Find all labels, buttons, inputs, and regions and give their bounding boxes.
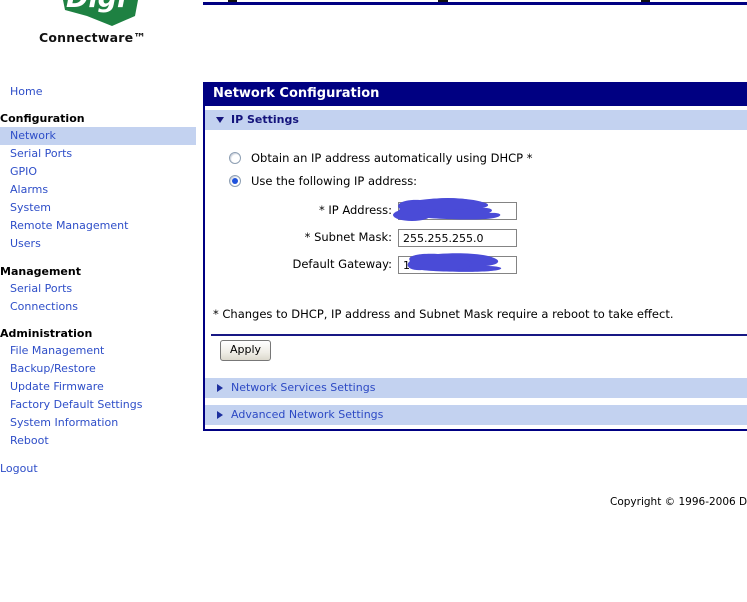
copyright-text: Copyright © 1996-2006 D [610,496,747,508]
sidebar-section-configuration: Configuration [0,112,85,125]
dhcp-radio-label: Obtain an IP address automatically using… [251,151,533,165]
sidebar-item-alarms[interactable]: Alarms [0,181,196,199]
subnet-mask-row: * Subnet Mask: [205,227,517,247]
reboot-note: * Changes to DHCP, IP address and Subnet… [213,307,674,321]
apply-button[interactable]: Apply [220,340,272,361]
ip-address-input[interactable] [398,202,517,220]
digi-logo: Digi [63,0,139,31]
sidebar-item-mgmt-serial-ports[interactable]: Serial Ports [0,280,196,298]
cropped-text-fragment [641,0,650,2]
sidebar-item-update-firmware[interactable]: Update Firmware [0,378,196,396]
triangle-right-icon [217,384,223,392]
ip-settings-title: IP Settings [231,113,299,126]
sidebar-item-network[interactable]: Network [0,127,196,145]
static-ip-radio[interactable] [229,175,241,187]
page-title: Network Configuration [205,82,747,106]
ip-settings-section-header[interactable]: IP Settings [205,110,747,130]
sidebar-item-users[interactable]: Users [0,235,196,253]
sidebar-item-system-information[interactable]: System Information [0,414,196,432]
static-ip-radio-label: Use the following IP address: [251,174,418,188]
cropped-text-fragment [438,0,448,2]
sidebar-item-connections[interactable]: Connections [0,298,196,316]
default-gateway-label: Default Gateway: [292,257,392,271]
sidebar-item-backup-restore[interactable]: Backup/Restore [0,360,196,378]
sidebar-item-logout[interactable]: Logout [0,460,196,478]
sidebar-item-system[interactable]: System [0,199,196,217]
default-gateway-input[interactable] [398,256,517,274]
sidebar-item-factory-default-settings[interactable]: Factory Default Settings [0,396,196,414]
ip-address-row: * IP Address: [205,198,517,221]
subnet-mask-label: * Subnet Mask: [304,230,392,244]
dhcp-radio[interactable] [229,152,241,164]
subnet-mask-input[interactable] [398,229,517,247]
ip-address-label: * IP Address: [318,203,392,217]
sidebar-item-file-management[interactable]: File Management [0,342,196,360]
sidebar-nav: Home Configuration Network Serial Ports … [0,83,196,478]
logo-text: Digi [66,0,127,14]
advanced-network-settings-title: Advanced Network Settings [231,408,384,421]
brand-name: Connectware™ [39,30,146,45]
advanced-network-settings-section-header[interactable]: Advanced Network Settings [205,405,747,425]
cropped-text-fragment [228,0,237,2]
network-services-settings-title: Network Services Settings [231,381,376,394]
network-services-settings-section-header[interactable]: Network Services Settings [205,378,747,398]
top-header-rule [203,2,747,5]
triangle-down-icon [216,117,224,123]
dhcp-option-row: Obtain an IP address automatically using… [229,151,533,165]
sidebar-item-serial-ports[interactable]: Serial Ports [0,145,196,163]
triangle-right-icon [217,411,223,419]
network-configuration-panel: Network Configuration IP Settings Obtain… [203,82,747,431]
sidebar-item-reboot[interactable]: Reboot [0,432,196,450]
sidebar-item-remote-management[interactable]: Remote Management [0,217,196,235]
sidebar-item-home[interactable]: Home [0,83,196,101]
sidebar-section-management: Management [0,265,81,278]
divider-rule [211,334,747,336]
static-ip-option-row: Use the following IP address: [229,174,417,188]
sidebar-item-gpio[interactable]: GPIO [0,163,196,181]
sidebar-section-administration: Administration [0,327,93,340]
default-gateway-row: Default Gateway: [205,253,517,274]
